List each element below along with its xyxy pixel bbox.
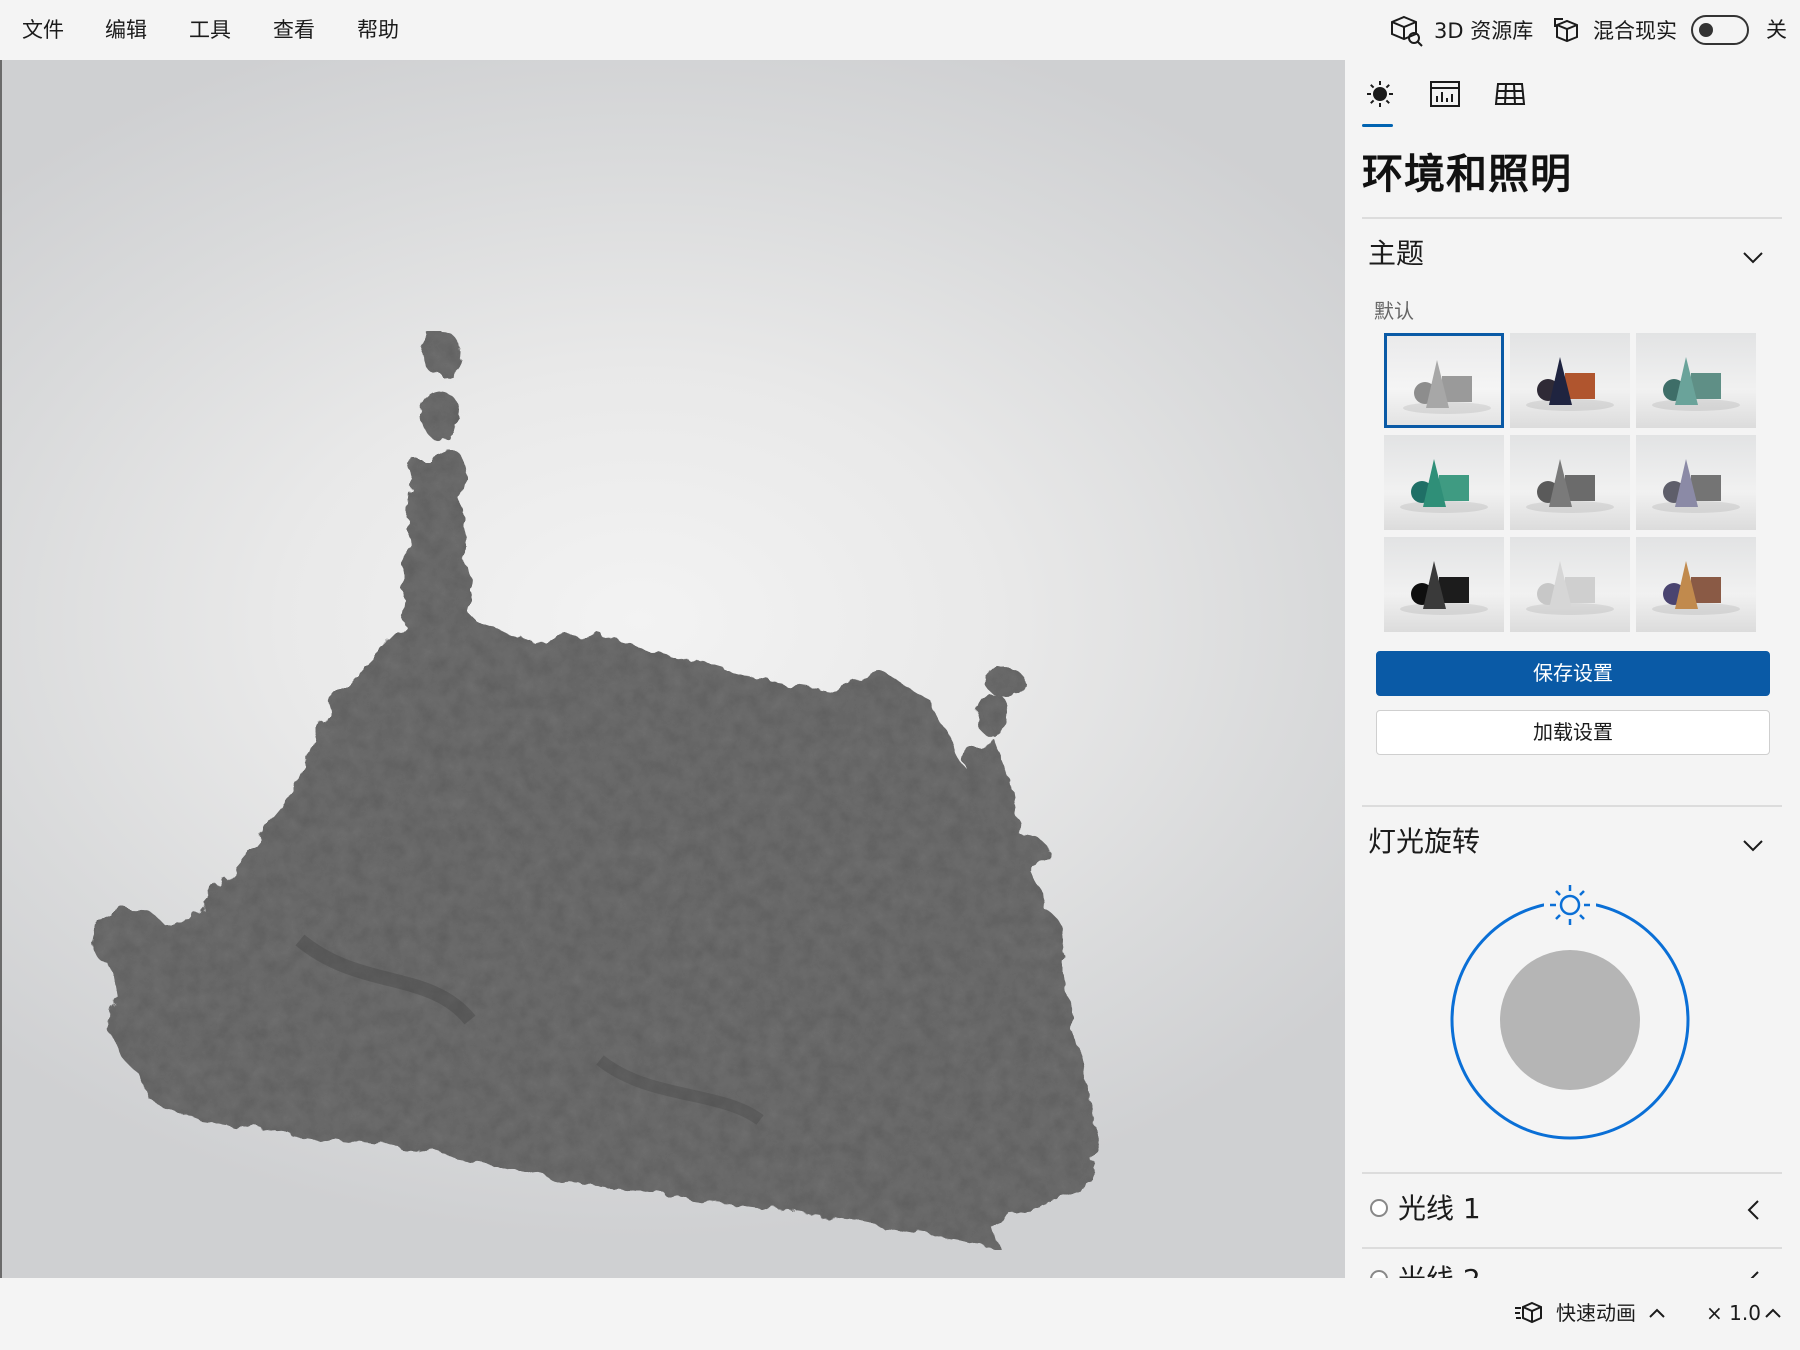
terrain-model[interactable]: [0, 60, 1345, 1278]
quick-animation-label[interactable]: 快速动画: [1556, 1298, 1636, 1328]
quick-animation-icon[interactable]: [1514, 1300, 1544, 1330]
divider: [1362, 1247, 1782, 1249]
tab-stats[interactable]: [1425, 78, 1465, 114]
divider: [1362, 217, 1782, 219]
theme-section-header[interactable]: 主题: [1368, 234, 1424, 274]
light-rotation-dial[interactable]: [1440, 870, 1700, 1150]
light-2-label[interactable]: 光线 2: [1398, 1260, 1481, 1278]
active-tab-indicator: [1362, 124, 1393, 127]
menu-view[interactable]: 查看: [273, 15, 315, 45]
menu-edit[interactable]: 编辑: [105, 15, 147, 45]
theme-thumbnail[interactable]: [1384, 333, 1504, 428]
3d-viewport[interactable]: [0, 60, 1345, 1278]
theme-thumbnail[interactable]: [1384, 537, 1504, 632]
theme-thumbnail[interactable]: [1510, 537, 1630, 632]
theme-group-label: 默认: [1374, 299, 1414, 323]
menu-file[interactable]: 文件: [22, 15, 64, 45]
light-2-row[interactable]: 光线 2: [1345, 1250, 1800, 1278]
light-sphere-preview: [1500, 950, 1640, 1090]
toggle-state-label: 关: [1766, 18, 1787, 42]
theme-thumbnail[interactable]: [1384, 435, 1504, 530]
zoom-level[interactable]: × 1.0: [1706, 1298, 1761, 1328]
chevron-up-icon[interactable]: [1764, 1306, 1782, 1320]
3d-library-button[interactable]: 3D 资源库: [1390, 12, 1533, 48]
theme-thumbnail[interactable]: [1636, 537, 1756, 632]
light-rotation-header[interactable]: 灯光旋转: [1368, 822, 1480, 862]
save-settings-button[interactable]: 保存设置: [1376, 651, 1770, 696]
theme-thumbnail[interactable]: [1510, 333, 1630, 428]
load-settings-button[interactable]: 加载设置: [1376, 710, 1770, 755]
status-bar: 快速动画 × 1.0: [0, 1278, 1800, 1350]
theme-thumbnail[interactable]: [1636, 435, 1756, 530]
light-1-label[interactable]: 光线 1: [1398, 1189, 1481, 1229]
chevron-down-icon[interactable]: [1741, 245, 1765, 269]
mixed-reality-icon: [1553, 15, 1583, 45]
grid-icon: [1494, 80, 1526, 112]
mixed-reality-toggle[interactable]: [1691, 15, 1749, 45]
cube-library-icon: [1390, 13, 1424, 47]
panel-title: 环境和照明: [1362, 150, 1572, 198]
theme-grid: [1384, 333, 1760, 633]
toggle-knob: [1699, 23, 1713, 37]
sun-icon: [1365, 79, 1395, 113]
divider: [1362, 805, 1782, 807]
theme-thumbnail[interactable]: [1636, 333, 1756, 428]
mixed-reality-button[interactable]: 混合现实: [1553, 12, 1677, 48]
chevron-left-icon[interactable]: [1742, 1198, 1766, 1222]
menu-help[interactable]: 帮助: [357, 15, 399, 45]
chevron-down-icon[interactable]: [1741, 833, 1765, 857]
menu-bar: 文件 编辑 工具 查看 帮助 3D 资源库 混合现实 关: [0, 0, 1800, 60]
chevron-up-icon[interactable]: [1648, 1306, 1666, 1320]
stats-chart-icon: [1429, 80, 1461, 112]
light-2-radio[interactable]: [1370, 1270, 1388, 1278]
mixed-reality-label: 混合现实: [1593, 19, 1677, 43]
divider: [1362, 1172, 1782, 1174]
theme-thumbnail[interactable]: [1510, 435, 1630, 530]
tab-grid[interactable]: [1490, 78, 1530, 114]
3d-library-label: 3D 资源库: [1434, 19, 1534, 43]
light-1-radio[interactable]: [1370, 1199, 1388, 1217]
chevron-left-icon[interactable]: [1742, 1269, 1766, 1278]
tab-environment-lighting[interactable]: [1360, 78, 1400, 114]
menu-tools[interactable]: 工具: [189, 15, 231, 45]
